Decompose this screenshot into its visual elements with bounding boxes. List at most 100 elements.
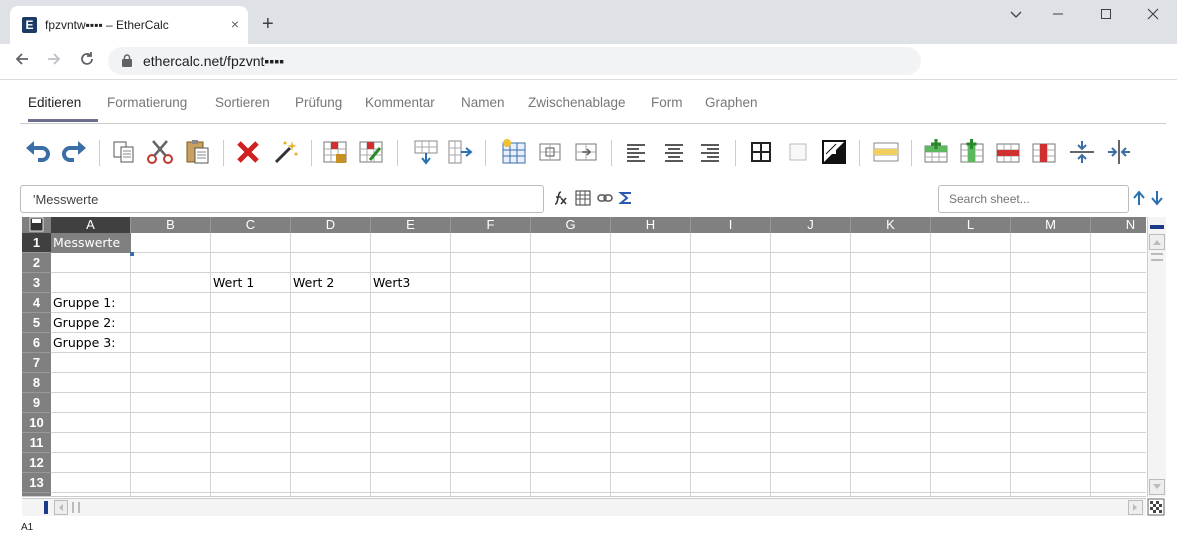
- scroll-thumb[interactable]: [1150, 225, 1164, 229]
- range-icon[interactable]: [575, 190, 591, 208]
- column-header-c[interactable]: C: [211, 217, 291, 233]
- delete-column-icon[interactable]: [1028, 136, 1060, 168]
- row-header[interactable]: 13: [22, 473, 51, 493]
- column-header-m[interactable]: M: [1011, 217, 1091, 233]
- borders-icon[interactable]: [745, 136, 777, 168]
- function-icon[interactable]: [552, 190, 568, 208]
- column-header-b[interactable]: B: [131, 217, 211, 233]
- tab-pruefung[interactable]: Prüfung: [295, 95, 342, 110]
- lock-cell-icon[interactable]: [320, 136, 352, 168]
- tab-kommentar[interactable]: Kommentar: [365, 95, 435, 110]
- insert-row-icon[interactable]: [920, 136, 952, 168]
- row-header[interactable]: 2: [22, 253, 51, 273]
- horizontal-scrollbar[interactable]: [22, 498, 1146, 516]
- cell-a5[interactable]: Gruppe 2:: [51, 313, 131, 333]
- insert-column-icon[interactable]: [956, 136, 988, 168]
- tab-zwischenablage[interactable]: Zwischenablage: [528, 95, 626, 110]
- back-arrow-icon[interactable]: [10, 49, 34, 73]
- align-right-icon[interactable]: [694, 136, 726, 168]
- align-left-icon[interactable]: [620, 136, 652, 168]
- delete-row-icon[interactable]: [992, 136, 1024, 168]
- fill-down-icon[interactable]: [410, 136, 442, 168]
- search-down-icon[interactable]: [1150, 190, 1164, 208]
- tab-graphen[interactable]: Graphen: [705, 95, 758, 110]
- row-header[interactable]: 12: [22, 453, 51, 473]
- reload-icon[interactable]: [75, 49, 99, 73]
- column-header-n[interactable]: N: [1091, 217, 1146, 233]
- unlock-cell-icon[interactable]: [356, 136, 388, 168]
- column-header-i[interactable]: I: [691, 217, 771, 233]
- search-sheet-input[interactable]: [938, 185, 1129, 213]
- cell-d3[interactable]: Wert 2: [291, 273, 371, 293]
- insert-column-before-icon[interactable]: [498, 136, 530, 168]
- close-window-button[interactable]: [1133, 6, 1173, 26]
- pane-splitter-icon[interactable]: [1147, 498, 1166, 516]
- column-header-j[interactable]: J: [771, 217, 851, 233]
- column-header-l[interactable]: L: [931, 217, 1011, 233]
- undo-icon[interactable]: [22, 136, 54, 168]
- row-header[interactable]: 7: [22, 353, 51, 373]
- spreadsheet-grid[interactable]: ABCDEFGHIJKLMN 1 2 3 4 5 6 7 8 9 10 11 12 13 Messwer…: [22, 217, 1146, 497]
- maximize-button[interactable]: [1086, 6, 1126, 26]
- row-header[interactable]: 4: [22, 293, 51, 313]
- save-icon[interactable]: [22, 217, 51, 233]
- column-header-d[interactable]: D: [291, 217, 371, 233]
- minimize-button[interactable]: [996, 6, 1036, 26]
- cut-icon[interactable]: [144, 136, 176, 168]
- scroll-right-icon[interactable]: [1128, 500, 1143, 515]
- swap-colors-icon[interactable]: [818, 136, 850, 168]
- cell-a6[interactable]: Gruppe 3:: [51, 333, 131, 353]
- cell-e3[interactable]: Wert3: [371, 273, 451, 293]
- tab-close-icon[interactable]: ×: [225, 15, 245, 35]
- column-header-e[interactable]: E: [371, 217, 451, 233]
- row-header[interactable]: 11: [22, 433, 51, 453]
- delete-icon[interactable]: [232, 136, 264, 168]
- row-header[interactable]: 9: [22, 393, 51, 413]
- row-header[interactable]: 5: [22, 313, 51, 333]
- tab-form[interactable]: Form: [651, 95, 683, 110]
- link-icon[interactable]: [597, 190, 613, 208]
- column-header-k[interactable]: K: [851, 217, 931, 233]
- copy-icon[interactable]: [108, 136, 140, 168]
- minimize-window-button[interactable]: [1038, 6, 1078, 26]
- row-header[interactable]: 10: [22, 413, 51, 433]
- tab-namen[interactable]: Namen: [461, 95, 505, 110]
- sum-icon[interactable]: [618, 190, 634, 208]
- cell-c3[interactable]: Wert 1: [211, 273, 291, 293]
- tab-editieren[interactable]: Editieren: [28, 95, 81, 110]
- hide-row-icon[interactable]: [1066, 136, 1098, 168]
- vertical-scrollbar[interactable]: [1147, 217, 1166, 497]
- column-header-g[interactable]: G: [531, 217, 611, 233]
- merge-cells-icon[interactable]: [534, 136, 566, 168]
- row-header[interactable]: 8: [22, 373, 51, 393]
- row-header[interactable]: 3: [22, 273, 51, 293]
- column-header-h[interactable]: H: [611, 217, 691, 233]
- column-header-a[interactable]: A: [51, 217, 131, 233]
- search-up-icon[interactable]: [1132, 190, 1146, 208]
- row-header[interactable]: 6: [22, 333, 51, 353]
- hide-column-icon[interactable]: [1103, 136, 1135, 168]
- tab-sortieren[interactable]: Sortieren: [215, 95, 270, 110]
- split-cells-icon[interactable]: [570, 136, 602, 168]
- redo-icon[interactable]: [58, 136, 90, 168]
- color-icon[interactable]: [870, 136, 902, 168]
- new-tab-button[interactable]: +: [262, 14, 274, 34]
- scroll-up-icon[interactable]: [1149, 234, 1165, 250]
- tab-formatierung[interactable]: Formatierung: [107, 95, 187, 110]
- scroll-left-icon[interactable]: [54, 500, 68, 515]
- cell-a4[interactable]: Gruppe 1:: [51, 293, 131, 313]
- scroll-down-icon[interactable]: [1149, 479, 1165, 495]
- paste-icon[interactable]: [182, 136, 214, 168]
- browser-tab[interactable]: E fpzvntw▪▪▪▪ – EtherCalc ×: [10, 6, 248, 44]
- column-header-f[interactable]: F: [451, 217, 531, 233]
- row-header[interactable]: [22, 493, 51, 496]
- formula-input[interactable]: 'Messwerte: [20, 185, 544, 213]
- row-header[interactable]: 1: [22, 233, 51, 253]
- paste-format-icon[interactable]: [270, 136, 302, 168]
- hscroll-thumb[interactable]: [44, 501, 48, 514]
- fill-right-icon[interactable]: [444, 136, 476, 168]
- align-center-icon[interactable]: [658, 136, 690, 168]
- forward-arrow-icon[interactable]: [42, 49, 66, 73]
- address-bar[interactable]: ethercalc.net/fpzvnt▪▪▪▪: [108, 47, 921, 75]
- no-border-icon[interactable]: [782, 136, 814, 168]
